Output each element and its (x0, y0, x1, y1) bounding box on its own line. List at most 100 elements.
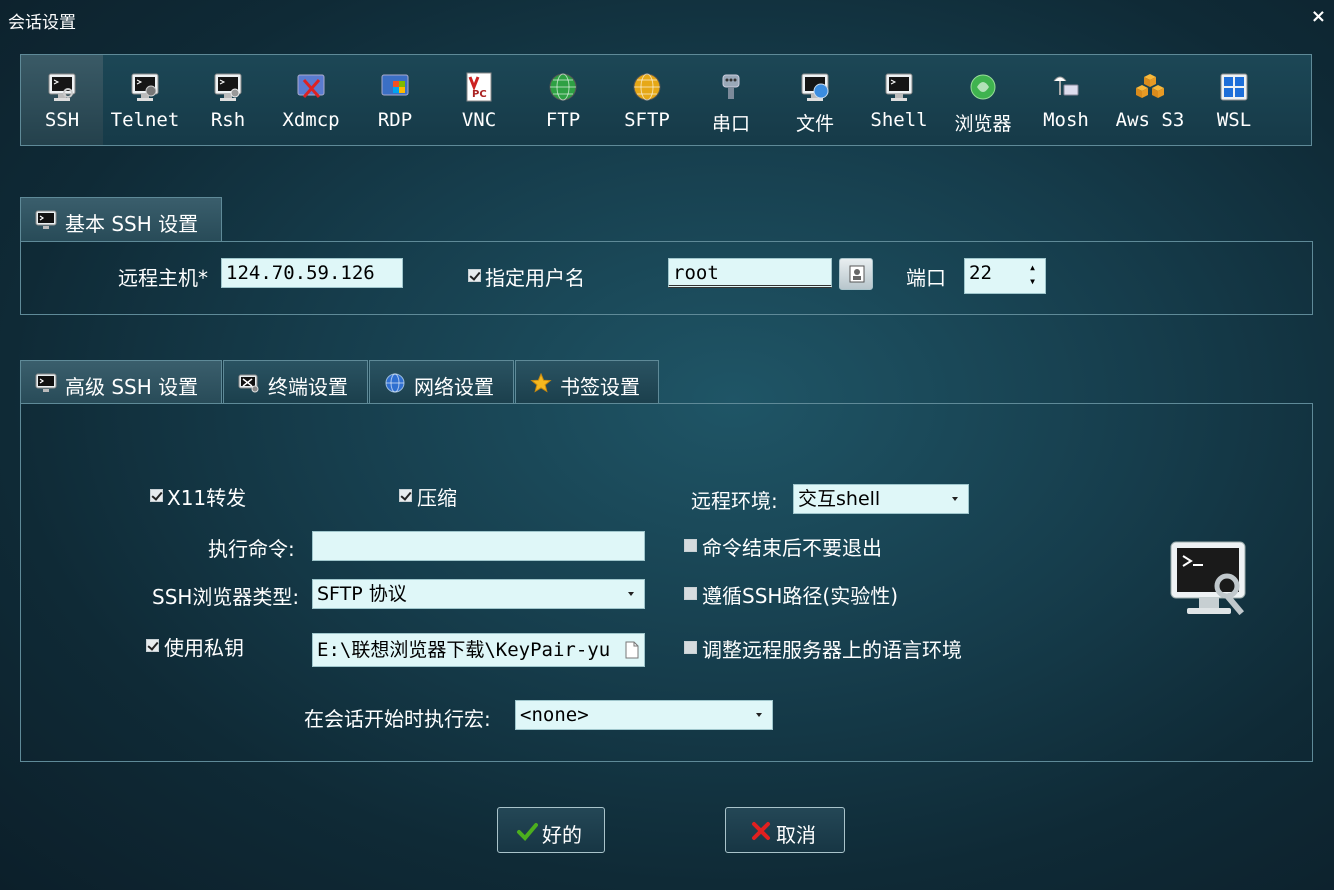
rsh-icon (214, 73, 242, 101)
user-card-icon (849, 265, 865, 283)
protocol-vnc[interactable]: PC VNC (438, 55, 520, 145)
tab-advanced-ssh-settings[interactable]: 高级 SSH 设置 (20, 360, 222, 404)
protocol-rsh[interactable]: Rsh (187, 55, 269, 145)
browser-type-select[interactable]: SFTP 协议 (312, 579, 645, 609)
tab-label: 终端设置 (268, 375, 348, 399)
ssh-terminal-icon (48, 73, 76, 101)
protocol-wsl[interactable]: WSL (1193, 55, 1275, 145)
protocol-label: FTP (545, 109, 581, 131)
tab-label: 基本 SSH 设置 (65, 212, 199, 236)
tab-label: 高级 SSH 设置 (65, 375, 199, 399)
protocol-label: Rsh (210, 109, 246, 131)
cancel-button[interactable]: 取消 (725, 807, 845, 853)
macro-label: 在会话开始时执行宏: (304, 707, 491, 731)
browser-type-value: SFTP 协议 (317, 583, 407, 605)
protocol-label: VNC (461, 109, 497, 131)
private-key-value: E:\联想浏览器下载\KeyPair-yu (317, 639, 611, 661)
protocol-label: 浏览器 (954, 113, 1012, 135)
protocol-label: 文件 (795, 113, 834, 135)
advanced-settings-panel: X11转发 压缩 远程环境: 交互shell 执行命令: 命令结束后不要退出 S… (20, 403, 1313, 762)
protocol-mosh[interactable]: Mosh (1025, 55, 1107, 145)
user-picker-button[interactable] (839, 258, 873, 290)
tab-network-settings[interactable]: 网络设置 (369, 360, 514, 404)
windows-icon (1220, 73, 1248, 101)
protocol-label: Aws S3 (1115, 109, 1185, 131)
private-key-input[interactable]: E:\联想浏览器下载\KeyPair-yu (312, 633, 645, 667)
xdmcp-icon (297, 74, 325, 98)
exec-cmd-label: 执行命令: (208, 537, 295, 561)
username-checkbox[interactable] (468, 269, 481, 282)
protocol-ftp[interactable]: FTP (522, 55, 604, 145)
private-key-checkbox[interactable] (146, 639, 159, 652)
follow-path-checkbox[interactable] (684, 587, 697, 600)
browser-icon (970, 74, 996, 100)
x11-label: X11转发 (167, 486, 247, 510)
x11-checkbox[interactable] (150, 489, 163, 502)
no-exit-label: 命令结束后不要退出 (702, 536, 882, 560)
macro-select[interactable]: <none> (515, 700, 773, 730)
chevron-down-icon (628, 592, 634, 596)
protocol-label: WSL (1216, 109, 1252, 131)
terminal-settings-icon (238, 374, 259, 393)
basic-settings-panel: 远程主机* 124.70.59.126 指定用户名 root 端口 22 ▲ ▼ (20, 241, 1313, 315)
terminal-icon (35, 373, 57, 392)
ftp-globe-icon (549, 73, 577, 101)
protocol-label: 串口 (711, 113, 750, 135)
no-exit-checkbox[interactable] (684, 539, 697, 552)
file-browse-icon[interactable] (624, 641, 640, 659)
protocol-label: Shell (870, 109, 928, 131)
tab-terminal-settings[interactable]: 终端设置 (223, 360, 368, 404)
port-label: 端口 (906, 266, 946, 290)
telnet-icon (131, 73, 159, 101)
remote-env-label: 远程环境: (691, 489, 778, 513)
protocol-shell[interactable]: Shell (858, 55, 940, 145)
spinner-up-icon[interactable]: ▲ (1030, 263, 1035, 273)
host-input[interactable]: 124.70.59.126 (221, 258, 403, 288)
close-icon[interactable]: × (1311, 6, 1326, 27)
title-bar: 会话设置 × (0, 0, 1334, 34)
compress-checkbox[interactable] (399, 489, 412, 502)
protocol-ssh[interactable]: SSH (21, 55, 103, 145)
username-input[interactable]: root (668, 258, 832, 288)
network-globe-icon (385, 373, 405, 393)
protocol-bar: SSH Telnet Rsh Xdmcp RDP PC VNC FTP SFTP … (20, 54, 1312, 146)
protocol-label: Mosh (1043, 109, 1089, 131)
protocol-label: SFTP (624, 109, 670, 131)
check-icon (517, 823, 538, 841)
tab-basic-ssh-settings[interactable]: 基本 SSH 设置 (20, 197, 222, 241)
shell-monitor-icon (885, 73, 913, 101)
protocol-串口[interactable]: 串口 (690, 55, 772, 145)
file-icon (801, 73, 829, 101)
terminal-icon (35, 210, 57, 229)
protocol-sftp[interactable]: SFTP (606, 55, 688, 145)
ok-button[interactable]: 好的 (497, 807, 605, 853)
mosh-satellite-icon (1053, 76, 1079, 96)
protocol-telnet[interactable]: Telnet (104, 55, 186, 145)
browser-type-label: SSH浏览器类型: (152, 585, 300, 609)
port-spinner[interactable]: 22 ▲ ▼ (964, 258, 1046, 294)
star-icon (530, 373, 552, 393)
protocol-label: SSH (44, 109, 80, 131)
aws-cubes-icon (1136, 74, 1164, 98)
private-key-label: 使用私钥 (164, 636, 244, 660)
cancel-label: 取消 (776, 823, 816, 847)
protocol-rdp[interactable]: RDP (354, 55, 436, 145)
follow-path-label: 遵循SSH路径(实验性) (702, 584, 899, 608)
window-title: 会话设置 (8, 13, 76, 33)
rdp-icon (381, 74, 409, 96)
protocol-label: RDP (377, 109, 413, 131)
protocol-文件[interactable]: 文件 (774, 55, 856, 145)
macro-value: <none> (520, 704, 589, 726)
spinner-down-icon[interactable]: ▼ (1030, 277, 1035, 287)
exec-cmd-input[interactable] (312, 531, 645, 561)
remote-env-select[interactable]: 交互shell (793, 484, 969, 514)
adjust-locale-checkbox[interactable] (684, 641, 697, 654)
chevron-down-icon (756, 713, 762, 717)
tab-bookmark-settings[interactable]: 书签设置 (515, 360, 659, 404)
username-check-label: 指定用户名 (485, 266, 585, 290)
protocol-xdmcp[interactable]: Xdmcp (270, 55, 352, 145)
protocol-label: Xdmcp (282, 109, 340, 131)
protocol-浏览器[interactable]: 浏览器 (942, 55, 1024, 145)
host-label: 远程主机* (118, 266, 208, 290)
protocol-aws-s3[interactable]: Aws S3 (1109, 55, 1191, 145)
